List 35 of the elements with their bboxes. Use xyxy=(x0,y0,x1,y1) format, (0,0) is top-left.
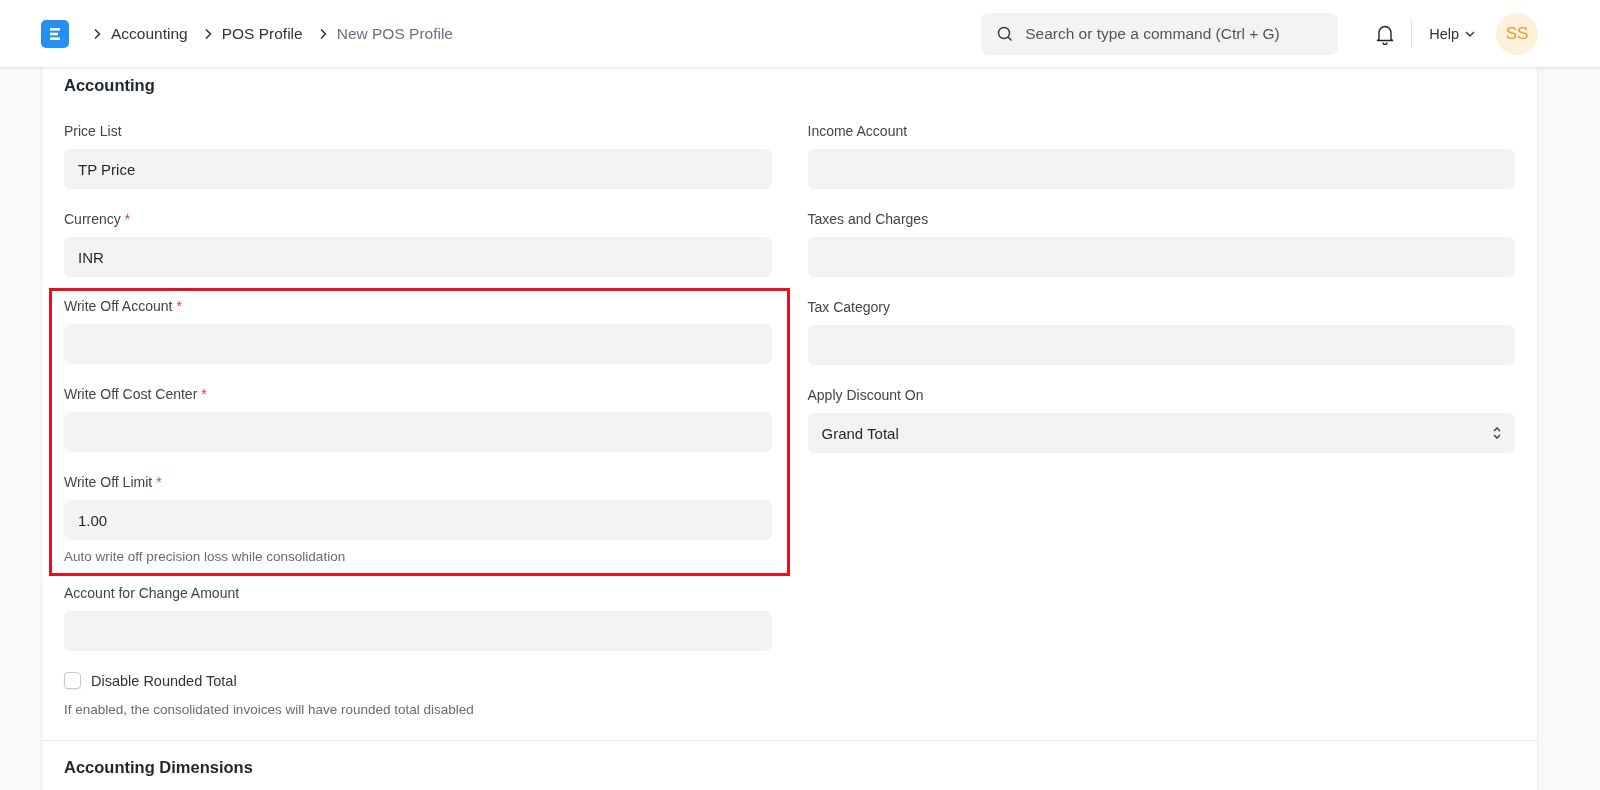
sort-arrows-icon xyxy=(1493,426,1501,440)
field-label: Tax Category xyxy=(807,298,890,316)
field-label: Taxes and Charges xyxy=(807,210,929,228)
caret-down-icon xyxy=(1465,30,1475,37)
section-title: Accounting xyxy=(64,75,156,95)
input-field[interactable]: 1.00 xyxy=(64,500,772,540)
chevron-right-icon xyxy=(93,27,101,40)
field-description: If enabled, the consolidated invoices will have rounded total disabled xyxy=(64,702,475,718)
section-title: Accounting Dimensions xyxy=(64,757,254,777)
input-field[interactable]: INR xyxy=(64,237,772,277)
field-label: Write Off Cost Center xyxy=(64,385,198,403)
field-label: Write Off Account xyxy=(64,297,173,315)
field-label: Apply Discount On xyxy=(807,386,924,404)
chevron-right-icon xyxy=(203,27,212,40)
select-field[interactable]: Grand Total xyxy=(807,413,1515,453)
breadcrumb-link[interactable]: New POS Profile xyxy=(336,24,453,43)
breadcrumb-link[interactable]: Accounting xyxy=(111,24,188,43)
search-field[interactable]: Search or type a command (Ctrl + G) xyxy=(981,12,1339,55)
field-label: Price List xyxy=(64,122,122,140)
app-logo[interactable] xyxy=(41,19,69,48)
required-mark: * xyxy=(176,297,182,315)
checkbox[interactable] xyxy=(64,672,81,689)
field-label: Currency xyxy=(64,210,121,228)
breadcrumb-link[interactable]: POS Profile xyxy=(221,24,303,43)
required-mark: * xyxy=(156,473,162,491)
required-mark: * xyxy=(201,385,207,403)
field-description: Auto write off precision loss while consolidation xyxy=(64,549,347,565)
input-field[interactable]: TP Price xyxy=(64,149,772,189)
field-label: Income Account xyxy=(807,122,908,140)
field-label: Account for Change Amount xyxy=(64,584,240,602)
help-menu[interactable]: Help xyxy=(1429,25,1475,42)
field-label: Write Off Limit xyxy=(64,473,153,491)
checkbox-row[interactable]: Disable Rounded Total xyxy=(64,672,237,689)
required-mark: * xyxy=(124,210,131,228)
chevron-right-icon xyxy=(318,27,327,40)
